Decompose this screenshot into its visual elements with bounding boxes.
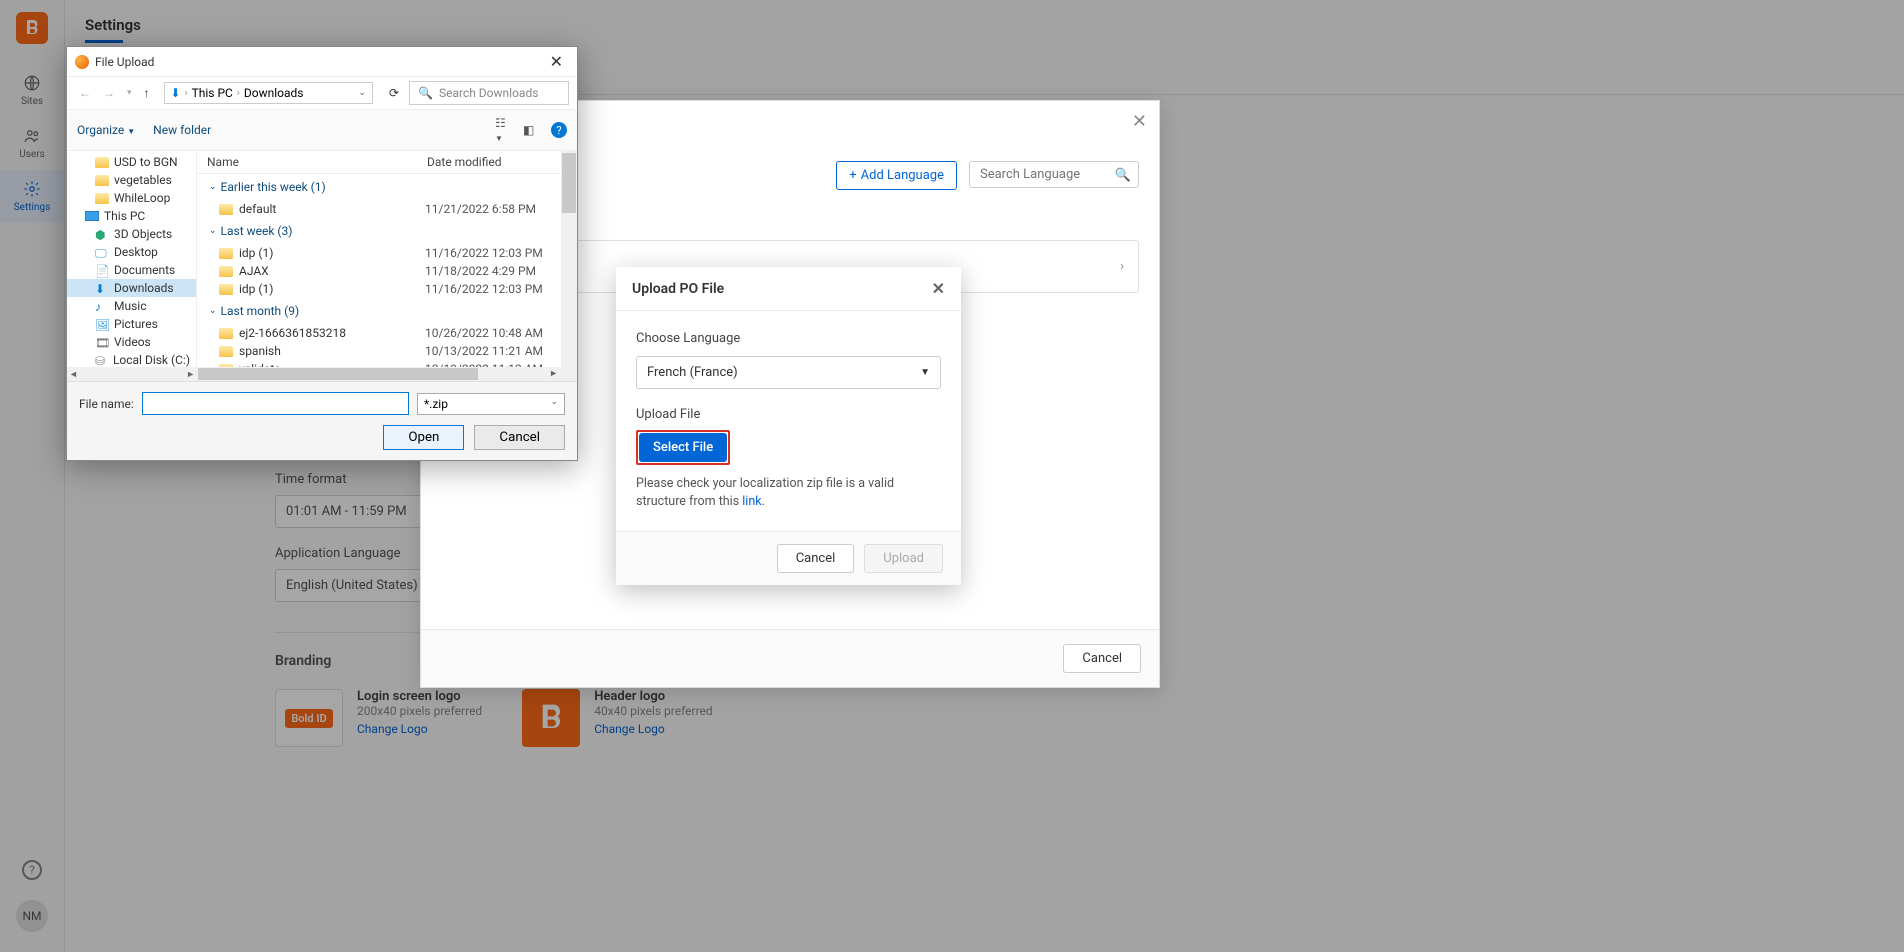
nav-recent-icon[interactable]: ▾ — [123, 84, 136, 102]
language-panel-close-icon[interactable]: ✕ — [1132, 111, 1147, 132]
nav-forward-icon[interactable]: → — [99, 82, 119, 104]
preview-pane-icon[interactable]: ◧ — [523, 123, 541, 137]
file-dialog-title: File Upload — [95, 55, 154, 69]
dialog-help-icon[interactable]: ? — [551, 122, 567, 138]
file-type-filter[interactable]: *.zip ⌄ — [417, 393, 565, 415]
upload-po-upload-button[interactable]: Upload — [864, 544, 943, 573]
tree-item[interactable]: vegetables — [67, 171, 196, 189]
file-row[interactable]: ej2-166636185321810/26/2022 10:48 AM — [197, 324, 577, 342]
upload-hint: Please check your localization zip file … — [636, 475, 941, 511]
upload-hint-link[interactable]: link — [742, 494, 761, 509]
chevron-right-icon[interactable]: › — [1120, 259, 1124, 274]
language-panel-cancel-button[interactable]: Cancel — [1063, 644, 1141, 673]
language-select[interactable]: French (France) ▼ — [636, 356, 941, 389]
tree-item[interactable]: ⬢3D Objects — [67, 225, 196, 243]
path-dropdown-icon[interactable]: ⌄ — [358, 88, 366, 98]
search-language-input[interactable] — [969, 161, 1139, 188]
list-horizontal-scrollbar[interactable]: ► — [197, 367, 561, 381]
view-options-icon[interactable]: ☷ ▼ — [495, 116, 513, 144]
file-cancel-button[interactable]: Cancel — [474, 425, 565, 450]
upload-hint-text: Please check your localization zip file … — [636, 476, 894, 509]
column-name[interactable]: Name — [207, 155, 427, 169]
file-search-placeholder: Search Downloads — [439, 86, 538, 100]
path-breadcrumb[interactable]: ⬇ › This PC › Downloads ⌄ — [164, 82, 373, 104]
file-row[interactable]: AJAX11/18/2022 4:29 PM — [197, 262, 577, 280]
add-language-label: Add Language — [861, 168, 944, 183]
chevron-icon: › — [185, 88, 188, 99]
file-group-header[interactable]: ⌄ Last month (9) — [197, 298, 577, 324]
tree-item[interactable]: 🖼Pictures — [67, 315, 196, 333]
tree-item[interactable]: USD to BGN — [67, 153, 196, 171]
file-row[interactable]: idp (1)11/16/2022 12:03 PM — [197, 280, 577, 298]
caret-down-icon: ▼ — [920, 367, 930, 378]
column-date[interactable]: Date modified — [427, 155, 567, 169]
choose-language-label: Choose Language — [636, 331, 941, 346]
select-file-button[interactable]: Select File — [639, 433, 727, 462]
tree-item[interactable]: WhileLoop — [67, 189, 196, 207]
file-open-button[interactable]: Open — [383, 425, 464, 450]
tree-item[interactable]: This PC — [67, 207, 196, 225]
filename-label: File name: — [79, 397, 134, 411]
tree-item[interactable]: 🖵Desktop — [67, 243, 196, 261]
tree-item[interactable]: 🎞Videos — [67, 333, 196, 351]
tree-horizontal-scrollbar[interactable]: ◄► — [67, 367, 197, 381]
file-group-header[interactable]: ⌄ Last week (3) — [197, 218, 577, 244]
downloads-icon: ⬇ — [171, 86, 181, 100]
select-file-highlight: Select File — [636, 430, 730, 465]
tree-item[interactable]: ⬇Downloads — [67, 279, 196, 297]
path-segment[interactable]: Downloads — [244, 86, 304, 100]
search-icon: 🔍 — [1115, 168, 1131, 183]
folder-tree: USD to BGNvegetablesWhileLoopThis PC⬢3D … — [67, 151, 197, 381]
dropdown-icon: ⌄ — [550, 397, 558, 411]
tree-item[interactable]: ♪Music — [67, 297, 196, 315]
upload-po-title: Upload PO File — [632, 281, 724, 297]
plus-icon: + — [849, 168, 856, 183]
file-search-input[interactable]: 🔍 Search Downloads — [409, 81, 569, 105]
upload-po-close-icon[interactable]: ✕ — [932, 279, 945, 298]
file-group-header[interactable]: ⌄ Earlier this week (1) — [197, 174, 577, 200]
file-list: Name Date modified ⌄ Earlier this week (… — [197, 151, 577, 381]
refresh-icon[interactable]: ⟳ — [383, 82, 405, 104]
file-row[interactable]: idp (1)11/16/2022 12:03 PM — [197, 244, 577, 262]
file-row[interactable]: default11/21/2022 6:58 PM — [197, 200, 577, 218]
filename-input[interactable] — [142, 392, 409, 415]
tree-item[interactable]: 📄Documents — [67, 261, 196, 279]
path-segment[interactable]: This PC — [192, 86, 233, 100]
file-type-value: *.zip — [424, 397, 448, 411]
file-row[interactable]: spanish10/13/2022 11:21 AM — [197, 342, 577, 360]
search-icon: 🔍 — [418, 86, 433, 100]
upload-po-modal: Upload PO File ✕ Choose Language French … — [616, 267, 961, 585]
file-upload-dialog: File Upload ✕ ← → ▾ ↑ ⬇ › This PC › Down… — [66, 46, 578, 461]
chevron-icon: › — [237, 88, 240, 99]
upload-po-cancel-button[interactable]: Cancel — [777, 544, 855, 573]
firefox-icon — [75, 55, 89, 69]
add-language-button[interactable]: + Add Language — [836, 161, 957, 190]
new-folder-button[interactable]: New folder — [153, 123, 211, 137]
language-select-value: French (France) — [647, 365, 738, 380]
organize-menu[interactable]: Organize▼ — [77, 123, 135, 137]
upload-file-label: Upload File — [636, 407, 941, 422]
file-dialog-close-icon[interactable]: ✕ — [544, 52, 569, 71]
nav-back-icon[interactable]: ← — [75, 82, 95, 104]
nav-up-icon[interactable]: ↑ — [140, 82, 154, 104]
vertical-scrollbar[interactable] — [561, 151, 577, 381]
